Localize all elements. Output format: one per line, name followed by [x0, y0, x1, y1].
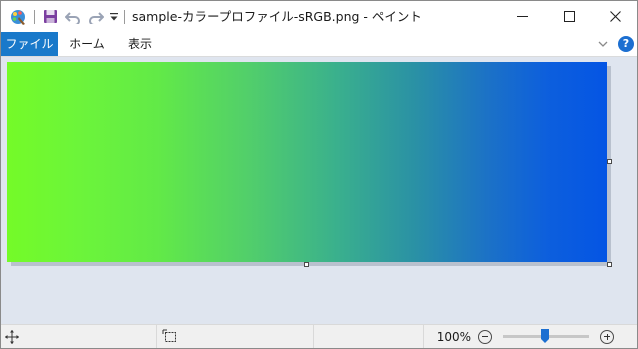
zoom-in-button[interactable]	[600, 330, 614, 344]
tab-file[interactable]: ファイル	[1, 32, 58, 56]
quick-access-separator	[34, 10, 35, 24]
ribbon-tab-bar: ファイル ホーム 表示 ?	[1, 32, 637, 57]
zoom-slider-thumb[interactable]	[541, 329, 549, 343]
close-icon	[609, 11, 621, 22]
customize-dropdown-icon	[110, 12, 118, 20]
paint-window: sample-カラープロファイル-sRGB.png - ペイント ファイル ホー…	[0, 0, 638, 349]
tab-home[interactable]: ホーム	[63, 32, 111, 56]
zoom-out-button[interactable]	[478, 330, 492, 344]
close-button[interactable]	[592, 1, 637, 32]
zoom-level-label: 100%	[436, 330, 471, 344]
expand-ribbon-button[interactable]	[596, 37, 610, 51]
redo-icon	[89, 11, 104, 24]
save-button[interactable]	[40, 1, 60, 32]
customize-quick-access-button[interactable]	[107, 1, 121, 32]
undo-icon	[65, 11, 80, 24]
canvas-workspace[interactable]	[1, 57, 637, 324]
status-bar: 100%	[1, 324, 637, 348]
selection-size-icon	[162, 329, 178, 345]
move-cursor-icon	[4, 329, 20, 345]
status-separator	[156, 325, 157, 348]
image-canvas[interactable]	[7, 62, 607, 262]
canvas-resize-handle-corner[interactable]	[607, 262, 612, 267]
save-icon	[43, 10, 57, 23]
chevron-down-icon	[598, 41, 608, 47]
title-separator	[124, 10, 125, 24]
redo-button[interactable]	[86, 1, 106, 32]
tab-view[interactable]: 表示	[119, 32, 161, 56]
minimize-icon	[516, 16, 528, 17]
window-title: sample-カラープロファイル-sRGB.png - ペイント	[132, 9, 422, 24]
maximize-button[interactable]	[546, 1, 592, 32]
status-separator	[423, 325, 424, 348]
canvas-resize-handle-bottom[interactable]	[304, 262, 309, 267]
help-button[interactable]: ?	[618, 36, 634, 52]
canvas-resize-handle-right[interactable]	[607, 159, 612, 164]
undo-button[interactable]	[63, 1, 83, 32]
paint-app-icon[interactable]	[9, 1, 27, 32]
minimize-button[interactable]	[499, 1, 545, 32]
title-bar[interactable]: sample-カラープロファイル-sRGB.png - ペイント	[1, 1, 637, 32]
status-separator	[313, 325, 314, 348]
maximize-icon	[563, 11, 575, 22]
